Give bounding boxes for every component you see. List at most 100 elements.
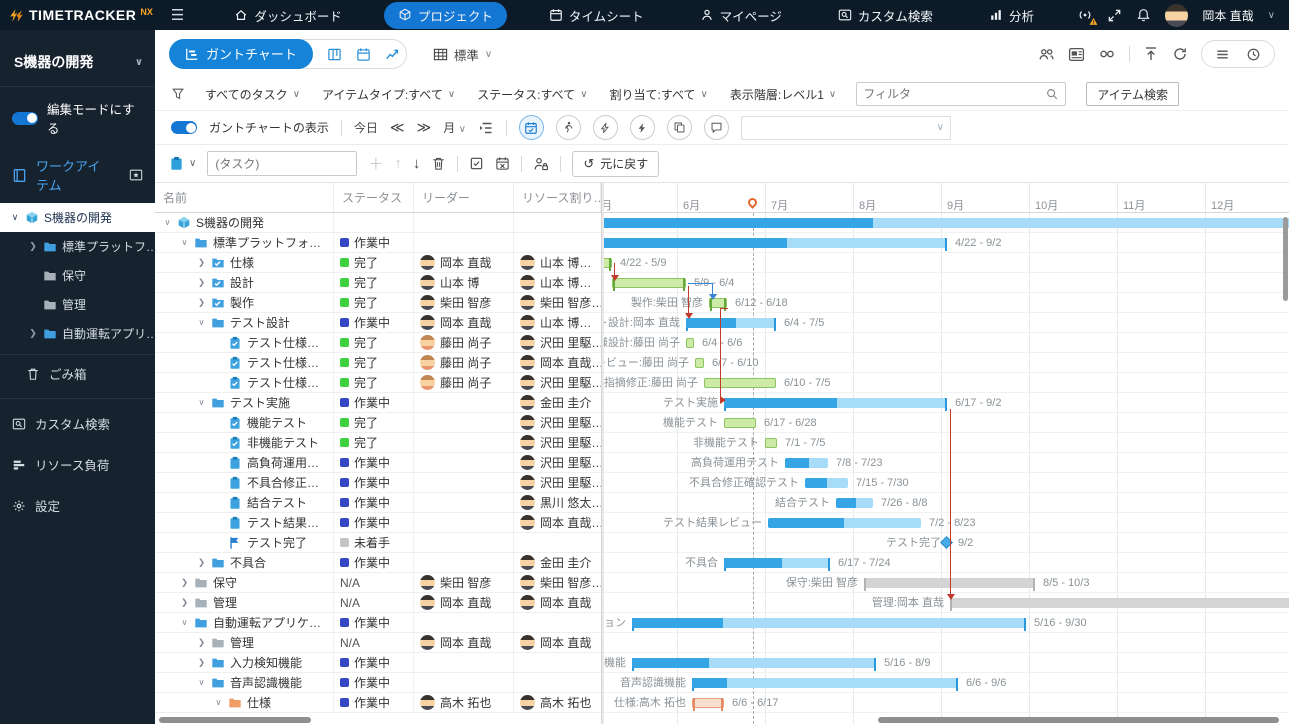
gantt-bar[interactable] — [768, 518, 921, 528]
table-row[interactable]: ∨ 標準プラットフォーム 作業中 — [155, 233, 601, 253]
critical-path-walker-button[interactable] — [556, 115, 581, 140]
tree-chevron-icon[interactable]: ❯ — [28, 241, 38, 252]
move-down-button[interactable]: ↓ — [413, 155, 421, 172]
gantt-bar[interactable] — [604, 238, 947, 248]
table-row[interactable]: 機能テスト 完了 沢田 里駆… — [155, 413, 601, 433]
user-menu-chevron-icon[interactable]: ∨ — [1268, 10, 1275, 21]
gantt-bar[interactable] — [704, 378, 776, 388]
row-chevron-icon[interactable]: ❯ — [197, 277, 206, 288]
sidebar-item-workitems[interactable]: ワークアイテム — [0, 147, 155, 203]
table-gantt-splitter[interactable] — [601, 183, 604, 724]
row-chevron-icon[interactable]: ❯ — [197, 657, 206, 668]
table-row[interactable]: ∨ 自動運転アプリケーション 作業中 — [155, 613, 601, 633]
gantt-bar[interactable] — [836, 498, 873, 508]
gantt-bar[interactable] — [695, 358, 704, 368]
filter-chip-1[interactable]: アイテムタイプ:すべて∨ — [322, 86, 455, 103]
user-avatar[interactable] — [1165, 4, 1188, 27]
list-menu-icon[interactable] — [1215, 47, 1230, 62]
filter-chip-3[interactable]: 割り当て:すべて∨ — [610, 86, 708, 103]
row-chevron-icon[interactable]: ❯ — [197, 557, 206, 568]
gantt-bar[interactable] — [686, 318, 776, 328]
table-row[interactable]: 不具合修正確認テ… 作業中 沢田 里駆… — [155, 473, 601, 493]
sidebar-item-2[interactable]: 設定 — [0, 485, 155, 526]
filter-chip-0[interactable]: すべてのタスク∨ — [205, 86, 300, 103]
row-chevron-icon[interactable]: ❯ — [197, 297, 206, 308]
bolt-filled-button[interactable] — [630, 115, 655, 140]
row-chevron-icon[interactable]: ∨ — [180, 237, 189, 248]
members-icon[interactable] — [1038, 46, 1055, 63]
row-chevron-icon[interactable]: ∨ — [197, 397, 206, 408]
table-row[interactable]: テスト完了 未着手 — [155, 533, 601, 553]
gantt-view-button[interactable]: ガントチャート — [169, 39, 313, 69]
new-task-input[interactable] — [207, 151, 357, 176]
gantt-bar[interactable] — [692, 698, 724, 708]
trend-view-button[interactable] — [385, 47, 400, 62]
row-chevron-icon[interactable]: ❯ — [197, 637, 206, 648]
move-up-button[interactable]: ↑ — [394, 155, 402, 172]
next-period-button[interactable]: ≫ — [417, 119, 432, 136]
tree-chevron-icon[interactable]: ∨ — [10, 212, 20, 223]
row-chevron-icon[interactable]: ∨ — [214, 697, 223, 708]
column-header-0[interactable]: 名前 — [155, 183, 334, 212]
table-row[interactable]: ∨ 仕様 作業中 高木 拓也 高木 拓也 — [155, 693, 601, 713]
complete-check-icon[interactable] — [469, 156, 484, 171]
copy-schedule-button[interactable] — [667, 115, 692, 140]
sidebar-item-trash[interactable]: ごみ箱 — [0, 355, 155, 392]
gantt-bar[interactable] — [724, 398, 947, 408]
clear-date-icon[interactable] — [495, 156, 510, 171]
edit-mode-toggle-row[interactable]: 編集モードにする — [0, 87, 155, 147]
sidebar-tree-item-0[interactable]: ∨ S機器の開発 — [0, 203, 155, 232]
row-chevron-icon[interactable]: ∨ — [197, 317, 206, 328]
table-row[interactable]: ❯ 管理 N/A 岡本 直哉 岡本 直哉 — [155, 593, 601, 613]
fullscreen-icon[interactable] — [1107, 8, 1122, 23]
board-view-button[interactable] — [327, 47, 342, 62]
column-header-3[interactable]: リソース割り… — [514, 183, 601, 212]
table-row[interactable]: テスト仕様設計 完了 藤田 尚子 沢田 里駆… — [155, 333, 601, 353]
item-search-button[interactable]: アイテム検索 — [1086, 82, 1179, 106]
table-row[interactable]: ∨ 音声認識機能 作業中 — [155, 673, 601, 693]
menu-hamburger-icon[interactable]: ☰ — [171, 6, 184, 24]
table-row[interactable]: ∨ テスト実施 作業中 金田 圭介 — [155, 393, 601, 413]
undo-button[interactable]: ↺元に戻す — [572, 151, 659, 177]
gantt-bar[interactable] — [632, 658, 876, 668]
bolt-outline-button[interactable] — [593, 115, 618, 140]
gantt-horizontal-scrollbar[interactable] — [878, 717, 1279, 723]
sidebar-item-1[interactable]: リソース負荷 — [0, 444, 155, 485]
row-chevron-icon[interactable]: ∨ — [197, 677, 206, 688]
panel-view-icon[interactable] — [1068, 46, 1085, 63]
gantt-visibility-toggle[interactable] — [171, 121, 197, 134]
project-selector[interactable]: S機器の開発 ∨ — [0, 30, 155, 87]
connection-status-icon[interactable] — [1077, 7, 1093, 23]
table-row[interactable]: ❯ 製作 完了 柴田 智彦 柴田 智彦… — [155, 293, 601, 313]
gantt-vertical-scrollbar[interactable] — [1283, 217, 1288, 301]
comment-button[interactable] — [704, 115, 729, 140]
assign-lock-icon[interactable] — [533, 156, 549, 172]
today-button[interactable]: 今日 — [354, 119, 378, 136]
gantt-bar[interactable] — [604, 258, 612, 268]
gantt-bar[interactable] — [724, 418, 756, 428]
tree-chevron-icon[interactable]: ❯ — [28, 328, 38, 339]
layout-select[interactable]: 標準 ∨ — [433, 45, 492, 64]
table-row[interactable]: テスト結果レビュー 作業中 岡本 直哉… — [155, 513, 601, 533]
table-row[interactable]: ❯ 設計 完了 山本 博 山本 博… — [155, 273, 601, 293]
column-header-2[interactable]: リーダー — [414, 183, 514, 212]
gantt-bar[interactable] — [612, 278, 686, 288]
nav-item-5[interactable]: 分析 — [975, 2, 1048, 29]
calendar-view-button[interactable] — [356, 47, 371, 62]
task-type-icon[interactable] — [169, 156, 184, 171]
gantt-bar[interactable] — [632, 618, 1026, 628]
gantt-bar[interactable] — [692, 678, 958, 688]
table-row[interactable]: ❯ 入力検知機能 作業中 — [155, 653, 601, 673]
sidebar-tree-item-2[interactable]: 保守 — [0, 261, 155, 290]
gantt-bar[interactable] — [805, 478, 848, 488]
nav-item-4[interactable]: カスタム検索 — [824, 2, 947, 29]
row-chevron-icon[interactable]: ❯ — [180, 577, 189, 588]
table-row[interactable]: ∨ S機器の開発 — [155, 213, 601, 233]
gantt-bar[interactable] — [785, 458, 828, 468]
scale-select[interactable]: 月 ∨ — [443, 119, 466, 136]
column-header-1[interactable]: ステータス — [334, 183, 414, 212]
row-chevron-icon[interactable]: ∨ — [180, 617, 189, 628]
sidebar-item-0[interactable]: カスタム検索 — [0, 403, 155, 444]
table-row[interactable]: ❯ 不具合 作業中 金田 圭介 — [155, 553, 601, 573]
table-row[interactable]: ❯ 管理 N/A 岡本 直哉 岡本 直哉 — [155, 633, 601, 653]
